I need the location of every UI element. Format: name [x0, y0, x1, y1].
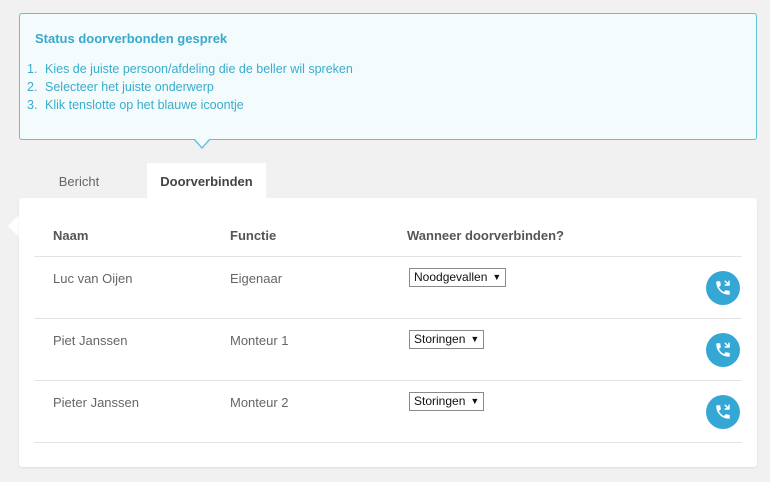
contact-function: Monteur 1 — [230, 333, 289, 348]
tab-bericht[interactable]: Bericht — [38, 163, 120, 199]
tab-doorverbinden[interactable]: Doorverbinden — [147, 163, 266, 199]
phone-transfer-icon — [716, 404, 730, 419]
status-steps-list: 1. Kies de juiste persoon/afdeling die de… — [27, 60, 353, 114]
dropdown-arrow-icon: ▼ — [470, 396, 480, 406]
phone-transfer-icon — [716, 342, 730, 357]
column-header-name: Naam — [53, 228, 89, 243]
contact-name: Luc van Oijen — [53, 271, 133, 286]
callout-pointer-fill — [194, 138, 210, 147]
when-select-value: Storingen — [414, 332, 466, 346]
table-header: Naam Functie Wanneer doorverbinden? — [34, 216, 742, 257]
column-header-when: Wanneer doorverbinden? — [407, 228, 564, 243]
when-select[interactable]: Storingen ▼ — [409, 330, 485, 349]
status-callout: Status doorverbonden gesprek 1. Kies de j… — [19, 13, 757, 140]
status-step: 2. Selecteer het juiste onderwerp — [27, 80, 214, 94]
when-select[interactable]: Noodgevallen ▼ — [409, 268, 507, 287]
dropdown-arrow-icon: ▼ — [492, 272, 502, 282]
transfer-call-button[interactable] — [706, 271, 740, 305]
column-header-function: Functie — [230, 228, 277, 243]
table-row: Luc van Oijen Eigenaar Noodgevallen ▼ — [34, 257, 742, 319]
contact-name: Piet Janssen — [53, 333, 128, 348]
contact-name: Pieter Janssen — [53, 395, 139, 410]
transfer-call-button[interactable] — [706, 395, 740, 429]
table-row: Piet Janssen Monteur 1 Storingen ▼ — [34, 319, 742, 381]
when-select[interactable]: Storingen ▼ — [409, 392, 485, 411]
contact-function: Eigenaar — [230, 271, 283, 286]
status-step: 3. Klik tenslotte op het blauwe icoontje — [27, 98, 244, 112]
contact-function: Monteur 2 — [230, 395, 289, 410]
dropdown-arrow-icon: ▼ — [470, 334, 480, 344]
table-row: Pieter Janssen Monteur 2 Storingen ▼ — [34, 381, 742, 443]
transfer-panel: Naam Functie Wanneer doorverbinden? Luc … — [19, 198, 757, 467]
when-select-value: Noodgevallen — [414, 270, 488, 284]
phone-transfer-icon — [716, 280, 730, 295]
contacts-table: Naam Functie Wanneer doorverbinden? Luc … — [34, 216, 742, 443]
status-step: 1. Kies de juiste persoon/afdeling die de… — [27, 62, 353, 76]
transfer-call-button[interactable] — [706, 333, 740, 367]
status-title: Status doorverbonden gesprek — [35, 31, 228, 46]
when-select-value: Storingen — [414, 394, 466, 408]
panel-notch — [8, 215, 19, 237]
